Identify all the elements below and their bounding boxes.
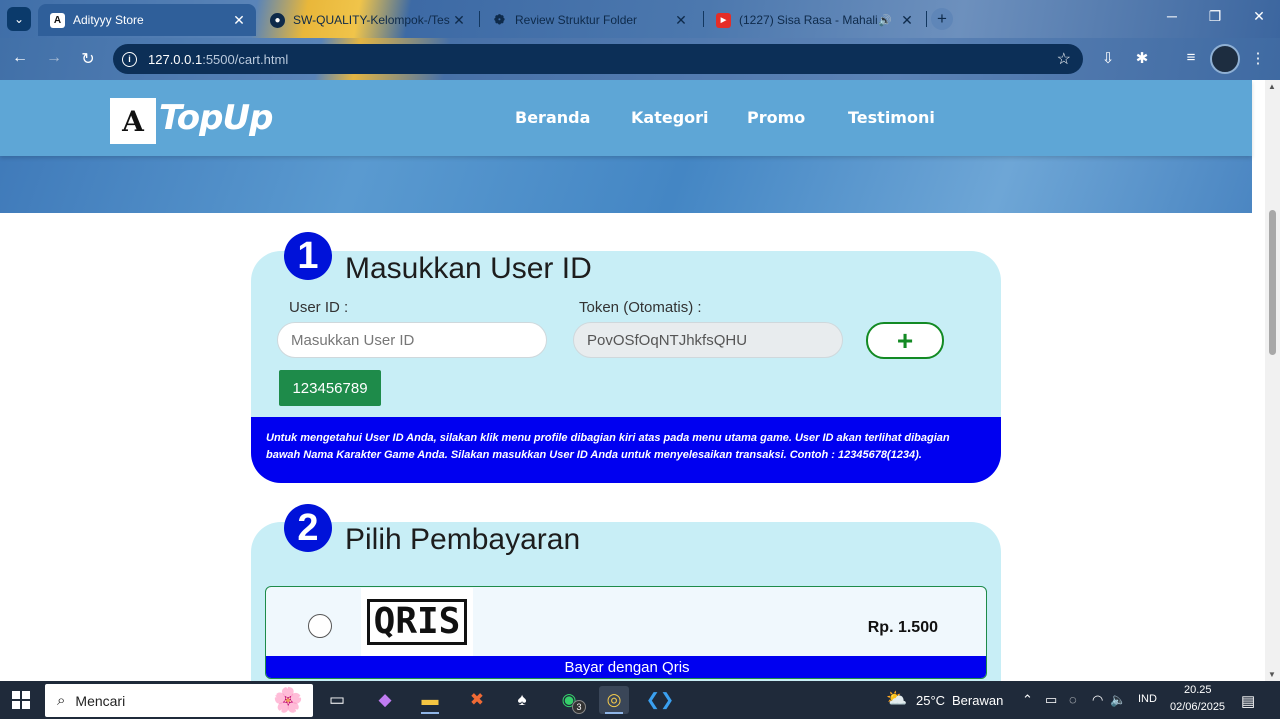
forward-icon[interactable]: → [44, 49, 64, 67]
windows-start-icon[interactable] [12, 691, 30, 709]
qris-logo-text: QRIS [366, 599, 468, 645]
tab-title: Review Struktur Folder [515, 13, 638, 27]
weather-temp[interactable]: 25°C [916, 693, 945, 708]
chrome-icon[interactable]: ◎ [599, 686, 629, 714]
profile-avatar[interactable] [1210, 44, 1240, 74]
tray-overflow-icon[interactable]: ⌃ [1022, 692, 1033, 708]
browser-tab-bar: ⌄ A Adityyy Store ✕ ● SW-QUALITY-Kelompo… [0, 0, 1280, 38]
payment-radio[interactable] [308, 614, 332, 638]
tab-youtube[interactable]: ▶ (1227) Sisa Rasa - Mahalini 🔊 ✕ [704, 4, 924, 36]
payment-price: Rp. 1.500 [867, 619, 938, 636]
extensions-icon[interactable]: ✱ [1132, 49, 1152, 67]
input-language[interactable]: IND [1138, 693, 1157, 705]
url-text[interactable]: 127.0.0.1:5500/cart.html [148, 52, 288, 67]
tab-search-button[interactable]: ⌄ [7, 7, 31, 31]
youtube-icon: ▶ [716, 12, 731, 28]
web-page: A TopUp Beranda Kategori Promo Testimoni… [0, 80, 1265, 681]
window-close-icon[interactable]: ✕ [1249, 8, 1269, 25]
user-id-info-text: Untuk mengetahui User ID Anda, silakan k… [251, 417, 1001, 483]
tab-title: Adityyy Store [73, 13, 144, 27]
weather-desc[interactable]: Berawan [952, 693, 1003, 708]
taskbar-search-text: Mencari [75, 692, 126, 709]
site-info-icon[interactable]: i [122, 51, 137, 67]
nav-promo[interactable]: Promo [747, 108, 805, 127]
running-indicator [421, 712, 439, 714]
bookmark-star-icon[interactable]: ☆ [1057, 49, 1071, 69]
payment-label: Bayar dengan Qris [266, 656, 986, 678]
back-icon[interactable]: ← [10, 49, 30, 67]
file-explorer-icon[interactable]: ▬ [415, 686, 445, 714]
copilot-icon[interactable]: ◆ [370, 686, 400, 714]
browser-menu-icon[interactable]: ⋮ [1248, 49, 1268, 67]
task-view-icon[interactable]: ▭ [322, 686, 352, 714]
chatgpt-icon: ❁ [494, 12, 505, 27]
tab-separator [926, 11, 927, 27]
tab-adityyy-store[interactable]: A Adityyy Store ✕ [38, 4, 256, 36]
volume-icon[interactable]: 🔈 [1110, 692, 1126, 708]
nav-testimoni[interactable]: Testimoni [848, 108, 935, 127]
whatsapp-badge: 3 [572, 700, 586, 714]
add-user-id-button[interactable]: + [866, 322, 944, 359]
whatsapp-icon[interactable]: ◉ 3 [554, 686, 586, 714]
taskbar-search[interactable]: ⌕ Mencari 🌸 [45, 684, 313, 717]
nav-beranda[interactable]: Beranda [515, 108, 590, 127]
clock-date[interactable]: 02/06/2025 [1170, 701, 1225, 713]
xampp-icon[interactable]: ✖ [462, 686, 492, 714]
close-tab-icon[interactable]: ✕ [672, 12, 690, 29]
reload-icon[interactable]: ↻ [78, 49, 98, 69]
tab-github[interactable]: ● SW-QUALITY-Kelompok-/Tests ✕ [258, 4, 476, 36]
site-logo-icon[interactable]: A [110, 98, 156, 144]
token-field: PovOSfOqNTJhkfsQHU [573, 322, 843, 358]
close-tab-icon[interactable]: ✕ [898, 12, 916, 29]
media-control-icon[interactable]: ≡ [1181, 49, 1201, 66]
url-host: 127.0.0.1 [148, 51, 203, 67]
saved-user-id-chip[interactable]: 123456789 [279, 370, 381, 406]
qris-logo: QRIS [361, 588, 473, 656]
vscode-icon[interactable]: ❮❯ [645, 686, 675, 714]
user-id-label: User ID : [289, 299, 349, 316]
windows-taskbar: ⌕ Mencari 🌸 ▭ ◆ ▬ ✖ ♠ ◉ 3 ◎ ❮❯ ⛅ 25°C Ber… [0, 681, 1280, 719]
restore-icon[interactable]: ❐ [1205, 8, 1225, 25]
user-id-input[interactable]: Masukkan User ID [277, 322, 547, 358]
site-favicon-icon: A [50, 12, 65, 28]
github-icon: ● [270, 12, 285, 28]
scroll-up-icon[interactable]: ▲ [1268, 82, 1276, 91]
address-bar[interactable]: i 127.0.0.1:5500/cart.html ☆ [113, 44, 1083, 74]
step-1-badge: 1 [284, 232, 332, 280]
download-icon[interactable]: ⇩ [1098, 49, 1118, 67]
url-path: :5500/cart.html [202, 51, 289, 67]
browser-toolbar: ← → ↻ i 127.0.0.1:5500/cart.html ☆ ⇩ ✱ ≡… [0, 38, 1280, 80]
meet-now-icon[interactable]: ◌ [1069, 692, 1077, 707]
new-tab-button[interactable]: + [931, 8, 953, 30]
speaker-icon[interactable]: 🔊 [878, 14, 892, 27]
scrollbar-thumb[interactable] [1269, 210, 1276, 355]
site-navbar: A TopUp Beranda Kategori Promo Testimoni [0, 80, 1252, 156]
minimize-icon[interactable]: ─ [1162, 8, 1182, 24]
close-tab-icon[interactable]: ✕ [450, 12, 468, 29]
close-tab-icon[interactable]: ✕ [230, 12, 248, 29]
scroll-down-icon[interactable]: ▼ [1268, 670, 1276, 679]
token-label: Token (Otomatis) : [579, 299, 702, 316]
battery-icon[interactable]: ▭ [1045, 692, 1057, 708]
running-indicator [605, 712, 623, 714]
search-highlight-icon: 🌸 [273, 687, 303, 714]
site-logo-text[interactable]: TopUp [159, 98, 273, 138]
search-icon: ⌕ [57, 692, 66, 709]
step-2-title: Pilih Pembayaran [345, 523, 581, 556]
page-scrollbar[interactable]: ▲ ▼ [1265, 80, 1280, 681]
notification-icon[interactable]: ▤ [1241, 692, 1255, 710]
clock-time[interactable]: 20.25 [1184, 684, 1212, 696]
step-2-badge: 2 [284, 504, 332, 552]
nav-kategori[interactable]: Kategori [631, 108, 709, 127]
payment-option-qris[interactable]: QRIS Rp. 1.500 Bayar dengan Qris [265, 586, 987, 679]
solitaire-icon[interactable]: ♠ [507, 686, 537, 714]
wifi-icon[interactable]: ◠ [1092, 692, 1103, 708]
tab-chatgpt[interactable]: ❁ Review Struktur Folder ✕ [480, 4, 698, 36]
tab-title: (1227) Sisa Rasa - Mahalini [739, 13, 879, 27]
tab-title: SW-QUALITY-Kelompok-/Tests [293, 13, 450, 27]
weather-icon[interactable]: ⛅ [886, 689, 907, 709]
step-1-title: Masukkan User ID [345, 252, 592, 285]
